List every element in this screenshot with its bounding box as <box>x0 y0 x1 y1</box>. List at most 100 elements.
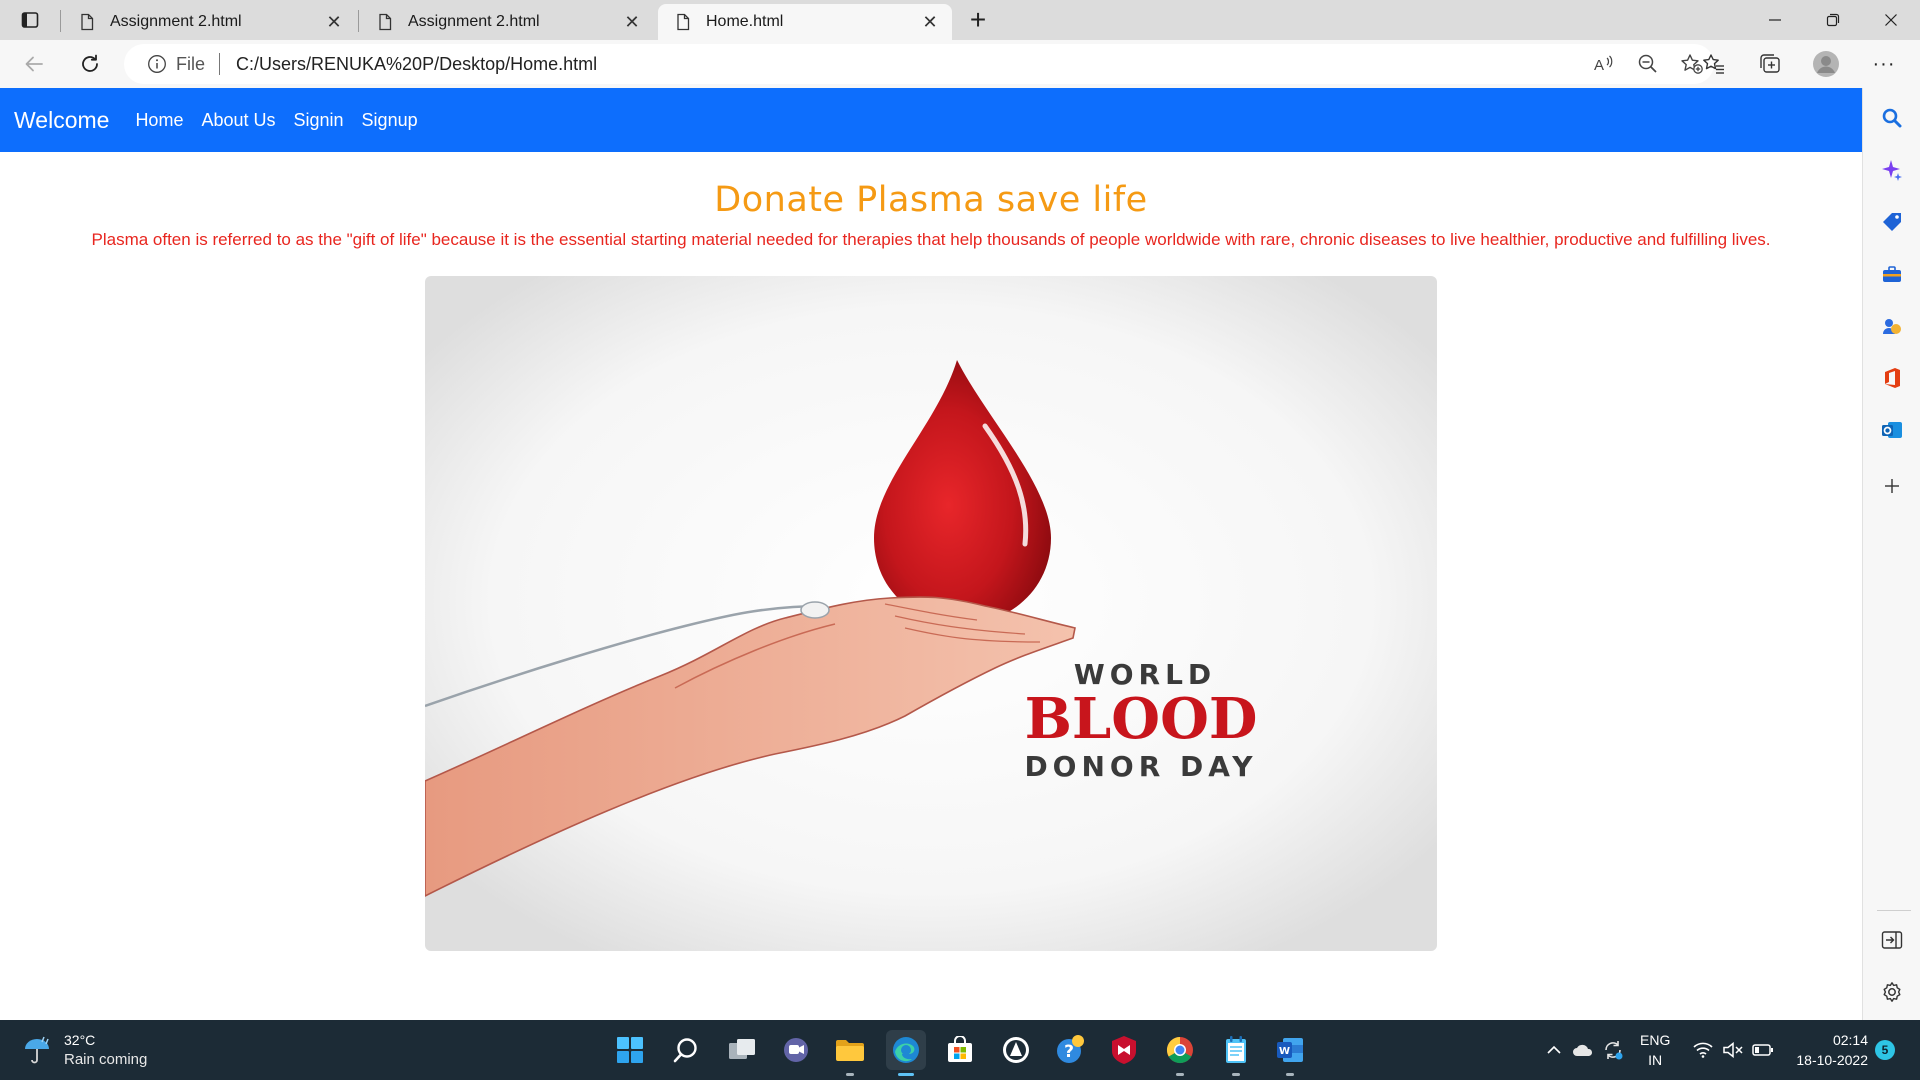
edge-sidebar <box>1862 88 1920 1020</box>
hero-text-donor-day: DONOR DAY <box>1024 750 1257 783</box>
sidebar-discover-button[interactable] <box>1876 154 1908 186</box>
new-tab-button[interactable]: + <box>962 4 994 36</box>
collections-button[interactable] <box>1752 48 1788 80</box>
zoom-out-icon[interactable] <box>1626 44 1670 84</box>
quick-settings[interactable] <box>1688 1020 1778 1080</box>
volume-muted-icon <box>1718 1042 1748 1058</box>
close-icon[interactable]: ✕ <box>622 12 642 32</box>
refresh-icon <box>82 54 98 72</box>
address-bar[interactable]: File C:/Users/RENUKA%20P/Desktop/Home.ht… <box>124 44 1714 84</box>
info-icon[interactable] <box>146 53 168 75</box>
running-indicator <box>1176 1073 1184 1076</box>
address-divider <box>219 53 221 75</box>
back-button[interactable] <box>16 48 52 80</box>
sidebar-divider <box>1877 910 1911 911</box>
tab-title: Assignment 2.html <box>408 13 540 30</box>
mcafee-icon <box>1112 1036 1136 1064</box>
chrome-button[interactable] <box>1160 1030 1200 1076</box>
read-aloud-icon[interactable]: A <box>1582 44 1626 84</box>
sidebar-office-button[interactable] <box>1876 362 1908 394</box>
sidebar-games-button[interactable] <box>1876 310 1908 342</box>
restore-button[interactable] <box>1804 0 1862 40</box>
minimize-button[interactable] <box>1746 0 1804 40</box>
sidebar-outlook-button[interactable] <box>1876 414 1908 446</box>
sidebar-search-button[interactable] <box>1876 102 1908 134</box>
windows-taskbar: 32°C Rain coming ? W ENG IN 02:14 18-10-… <box>0 1020 1920 1080</box>
file-icon <box>677 13 690 31</box>
tab-separator <box>60 10 61 32</box>
taskbar-search-button[interactable] <box>666 1030 706 1070</box>
word-button[interactable]: W <box>1270 1030 1310 1076</box>
word-icon: W <box>1277 1038 1303 1062</box>
search-icon <box>673 1038 697 1063</box>
edge-taskbar-button[interactable] <box>886 1030 926 1076</box>
navbar: Welcome Home About Us Signin Signup <box>0 88 1862 152</box>
notepad-icon <box>1226 1036 1246 1063</box>
navbar-brand[interactable]: Welcome <box>14 107 109 134</box>
notification-badge[interactable]: 5 <box>1875 1040 1895 1060</box>
sidebar-hide-button[interactable] <box>1876 924 1908 956</box>
sidebar-tools-button[interactable] <box>1876 258 1908 290</box>
chevron-up-icon[interactable] <box>1540 1045 1568 1055</box>
start-button[interactable] <box>610 1030 650 1070</box>
mcafee-button[interactable] <box>1104 1030 1144 1070</box>
collections-icon <box>1760 54 1780 73</box>
tab-assignment-2-second[interactable]: Assignment 2.html ✕ <box>360 4 654 40</box>
sidebar-settings-button[interactable] <box>1876 976 1908 1008</box>
svg-text:W: W <box>1279 1046 1290 1057</box>
plus-icon: + <box>969 4 987 35</box>
microsoft-store-icon <box>948 1036 972 1062</box>
intro-paragraph: Plasma often is referred to as the "gift… <box>91 230 1771 249</box>
search-icon <box>1882 108 1902 128</box>
favorites-icon <box>1703 54 1724 74</box>
svg-text:A: A <box>1594 57 1604 74</box>
sidebar-shopping-button[interactable] <box>1876 206 1908 238</box>
running-indicator <box>898 1073 914 1076</box>
close-window-button[interactable] <box>1862 0 1920 40</box>
language-code: ENG <box>1640 1032 1671 1048</box>
app-button[interactable] <box>996 1030 1036 1070</box>
teams-chat-button[interactable] <box>776 1030 816 1070</box>
running-indicator <box>846 1073 854 1076</box>
profile-button[interactable] <box>1808 48 1844 80</box>
favorites-button[interactable] <box>1696 48 1732 80</box>
close-icon[interactable]: ✕ <box>324 12 344 32</box>
more-icon: ··· <box>1872 52 1896 75</box>
nav-link-signup[interactable]: Signup <box>362 110 418 131</box>
nav-link-signin[interactable]: Signin <box>294 110 344 131</box>
close-icon[interactable]: ✕ <box>920 12 940 32</box>
sidebar-add-button[interactable] <box>1876 470 1908 502</box>
url-text[interactable]: C:/Users/RENUKA%20P/Desktop/Home.html <box>236 54 597 75</box>
clock[interactable]: 02:14 18-10-2022 <box>1788 1030 1868 1070</box>
weather-description: Rain coming <box>64 1051 148 1068</box>
office-icon <box>1885 368 1900 388</box>
notepad-button[interactable] <box>1216 1030 1256 1076</box>
get-help-button[interactable]: ? <box>1050 1030 1090 1070</box>
wifi-icon <box>1688 1042 1718 1058</box>
sparkle-icon <box>1882 160 1902 181</box>
minimize-icon <box>1769 19 1781 21</box>
task-view-button[interactable] <box>722 1030 762 1070</box>
language-indicator[interactable]: ENG IN <box>1640 1030 1670 1070</box>
file-explorer-button[interactable] <box>830 1030 870 1076</box>
hero-text-blood: BLOOD <box>1025 686 1258 752</box>
blood-donation-illustration: WORLD BLOOD DONOR DAY <box>425 276 1437 951</box>
rain-umbrella-icon <box>25 1036 49 1064</box>
refresh-button[interactable] <box>72 48 108 80</box>
onedrive-icon[interactable] <box>1568 1043 1598 1057</box>
settings-more-button[interactable]: ··· <box>1866 48 1902 80</box>
nav-link-home[interactable]: Home <box>135 110 183 131</box>
sync-icon[interactable] <box>1598 1039 1628 1061</box>
outlook-icon <box>1882 422 1902 438</box>
teams-chat-icon <box>784 1038 808 1062</box>
tab-assignment-2-first[interactable]: Assignment 2.html ✕ <box>62 4 356 40</box>
tab-actions-button[interactable] <box>12 6 48 34</box>
browser-toolbar: File C:/Users/RENUKA%20P/Desktop/Home.ht… <box>0 40 1920 88</box>
clock-time: 02:14 <box>1832 1032 1868 1048</box>
tab-home[interactable]: Home.html ✕ <box>658 4 952 40</box>
tab-separator <box>358 10 359 32</box>
weather-widget[interactable]: 32°C Rain coming <box>22 1030 147 1070</box>
nav-link-about-us[interactable]: About Us <box>201 110 275 131</box>
microsoft-store-button[interactable] <box>940 1030 980 1070</box>
plus-icon <box>1885 479 1899 493</box>
